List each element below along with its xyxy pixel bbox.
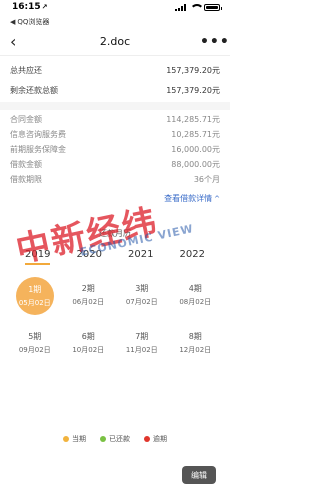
period-item[interactable]: 8期 12月02日 <box>169 325 223 361</box>
nav-bar: ‹ 2.doc ••• <box>0 28 230 56</box>
period-date: 07月02日 <box>125 298 158 306</box>
status-bar: 16:15↗ <box>0 0 230 16</box>
detail-label: 合同金额 <box>10 115 42 124</box>
period-item[interactable]: 4期 08月02日 <box>169 277 223 313</box>
summary-row-total: 总共应还 157,379.20元 <box>10 60 220 80</box>
status-legend: 当期 已还款 逾期 <box>0 434 230 444</box>
detail-value: 10,285.71元 <box>171 130 220 139</box>
legend-dot-icon <box>63 436 69 442</box>
period-date: 08月02日 <box>179 298 212 306</box>
period-label: 5期 <box>28 332 42 341</box>
legend-item-overdue: 逾期 <box>144 434 167 444</box>
detail-row: 前期服务保障金 16,000.00元 <box>10 142 220 157</box>
status-icons <box>175 2 222 11</box>
year-tab-2019[interactable]: 2019 <box>25 249 51 265</box>
period-label: 7期 <box>135 332 149 341</box>
summary-value: 157,379.20元 <box>166 65 220 75</box>
period-item[interactable]: 5期 09月02日 <box>8 325 62 361</box>
period-grid: 1期 05月02日 2期 06月02日 3期 07月02日 4期 08月02日 … <box>0 277 230 361</box>
period-label: 4期 <box>188 284 202 293</box>
summary-section: 总共应还 157,379.20元 剩余还款总额 157,379.20元 <box>0 60 230 100</box>
period-label: 3期 <box>135 284 149 293</box>
period-label: 2期 <box>81 284 95 293</box>
section-divider <box>0 102 230 110</box>
detail-label: 前期服务保障金 <box>10 145 66 154</box>
legend-dot-icon <box>100 436 106 442</box>
wifi-icon <box>190 4 204 11</box>
detail-row: 合同金额 114,285.71元 <box>10 112 220 127</box>
back-chevron-icon[interactable]: ‹ <box>10 32 30 51</box>
year-tab-2022[interactable]: 2022 <box>180 249 205 265</box>
more-options-icon[interactable]: ••• <box>200 34 229 50</box>
summary-row-remaining: 剩余还款总额 157,379.20元 <box>10 80 220 100</box>
detail-label: 借款金额 <box>10 160 42 169</box>
period-label: 1期 <box>28 285 42 294</box>
period-item-current[interactable]: 1期 05月02日 <box>15 277 54 315</box>
summary-value: 157,379.20元 <box>166 85 220 95</box>
period-date: 06月02日 <box>72 298 105 306</box>
detail-value: 114,285.71元 <box>166 115 220 124</box>
period-date: 09月02日 <box>18 346 51 354</box>
signal-icon <box>175 4 186 11</box>
detail-value: 16,000.00元 <box>171 145 220 154</box>
period-date: 12月02日 <box>179 346 212 354</box>
legend-label: 当期 <box>72 435 86 443</box>
edit-button[interactable]: 编辑 <box>182 466 216 484</box>
summary-label: 总共应还 <box>10 65 42 75</box>
location-arrow-icon: ↗ <box>41 3 48 11</box>
detail-row: 借款金额 88,000.00元 <box>10 157 220 172</box>
detail-label: 借款期限 <box>10 175 42 184</box>
detail-label: 信息咨询服务费 <box>10 130 66 139</box>
back-triangle-icon: ◀ <box>10 18 16 26</box>
year-tab-2020[interactable]: 2020 <box>77 249 102 265</box>
detail-link-label: 查看借款详情 <box>164 194 213 203</box>
period-item[interactable]: 7期 11月02日 <box>115 325 169 361</box>
legend-item-paid: 已还款 <box>100 434 130 444</box>
period-date: 11月02日 <box>125 346 158 354</box>
detail-value: 36个月 <box>193 175 220 184</box>
year-tabs: 2019 2020 2021 2022 <box>0 249 230 265</box>
loan-details-section: 合同金额 114,285.71元 信息咨询服务费 10,285.71元 前期服务… <box>0 112 230 187</box>
year-tab-2021[interactable]: 2021 <box>128 249 153 265</box>
view-loan-details-link[interactable]: 查看借款详情 ^ <box>0 187 230 212</box>
period-item[interactable]: 6期 10月02日 <box>62 325 116 361</box>
battery-icon <box>204 4 222 11</box>
period-item[interactable]: 2期 06月02日 <box>62 277 116 313</box>
detail-value: 88,000.00元 <box>171 160 220 169</box>
detail-row: 信息咨询服务费 10,285.71元 <box>10 127 220 142</box>
chevron-up-icon: ^ <box>214 195 220 203</box>
period-date: 05月02日 <box>18 299 51 307</box>
period-label: 8期 <box>188 332 202 341</box>
period-item[interactable]: 3期 07月02日 <box>115 277 169 313</box>
legend-label: 逾期 <box>153 435 167 443</box>
back-app-label: QQ浏览器 <box>17 18 50 26</box>
detail-row: 借款期限 36个月 <box>10 172 220 187</box>
period-date: 10月02日 <box>72 346 105 354</box>
legend-label: 已还款 <box>109 435 130 443</box>
page-title: 2.doc <box>99 35 131 48</box>
legend-dot-icon <box>144 436 150 442</box>
status-time: 16:15↗ <box>12 2 48 12</box>
repayment-calendar-title: 还款月历 <box>99 229 131 238</box>
summary-label: 剩余还款总额 <box>10 85 58 95</box>
period-label: 6期 <box>81 332 95 341</box>
legend-item-current: 当期 <box>63 434 86 444</box>
